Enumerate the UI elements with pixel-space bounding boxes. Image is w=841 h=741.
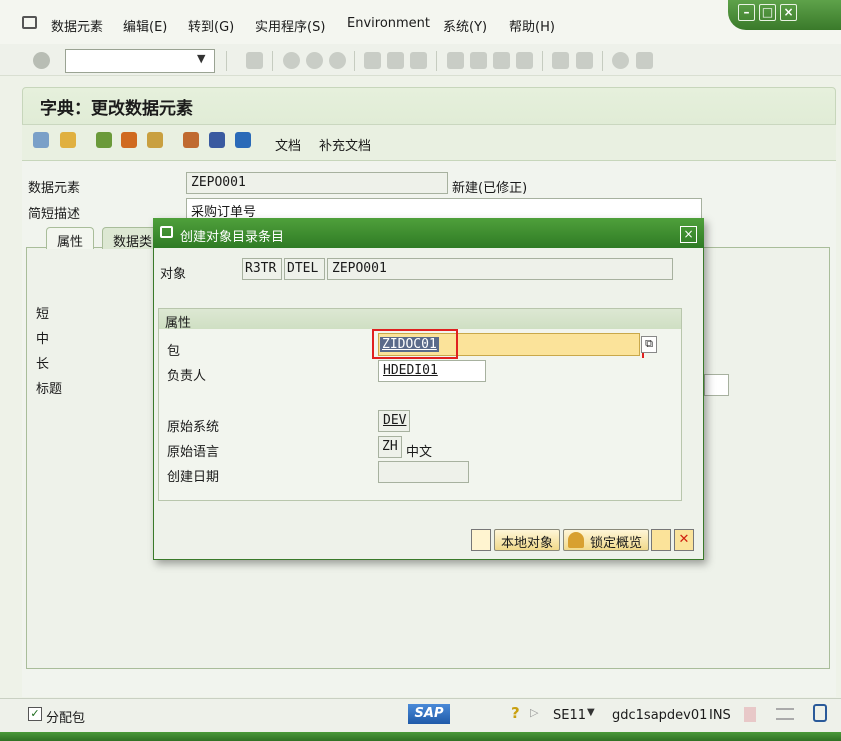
sap-logo: SAP (408, 704, 450, 724)
field-label-medium: 中 (36, 332, 50, 347)
attributes-header-label: 属性 (165, 316, 192, 331)
package-label: 包 (167, 344, 181, 359)
menu-goto[interactable]: 转到(G) (188, 16, 234, 35)
menu-utilities[interactable]: 实用程序(S) (255, 16, 325, 35)
field-label-long: 长 (36, 357, 50, 372)
minimize-icon[interactable]: – (738, 4, 755, 21)
object-label: 对象 (160, 267, 187, 282)
connection-icon (744, 707, 756, 722)
short-desc-field[interactable]: 采购订单号 (186, 198, 702, 220)
orig-system-field: DEV (378, 410, 410, 432)
exit-icon[interactable] (306, 52, 323, 69)
toolbar-separator (542, 51, 543, 71)
supplementary-doc-button[interactable]: 补充文档 (319, 135, 371, 154)
value-help-icon[interactable]: ⧉ (641, 336, 657, 353)
cancel-icon[interactable] (329, 52, 346, 69)
chevron-down-icon[interactable]: ▼ (587, 707, 595, 718)
menu-system[interactable]: 系统(Y) (443, 16, 487, 35)
menu-icon[interactable] (22, 16, 37, 29)
application-toolbar (22, 124, 836, 160)
new-session-icon[interactable] (552, 52, 569, 69)
toolbar-separator (436, 51, 437, 71)
created-date-label: 创建日期 (167, 470, 220, 485)
orig-lang-name: 中文 (406, 445, 433, 460)
check-icon[interactable] (96, 132, 112, 148)
find-icon[interactable] (387, 52, 404, 69)
object-pgmid-field: R3TR (242, 258, 282, 280)
toolbar-separator (602, 51, 603, 71)
where-used-icon[interactable] (147, 132, 163, 148)
cancel-icon[interactable]: ✕ (674, 529, 694, 551)
find-next-icon[interactable] (410, 52, 427, 69)
window-controls: – □ × (728, 0, 841, 30)
list-icon[interactable] (209, 132, 225, 148)
secure-lock-icon (813, 704, 827, 722)
close-window-icon[interactable]: × (780, 4, 797, 21)
prev-page-icon[interactable] (470, 52, 487, 69)
close-icon[interactable]: × (680, 226, 697, 243)
last-page-icon[interactable] (516, 52, 533, 69)
save-icon[interactable] (471, 529, 491, 551)
documentation-button[interactable]: 文档 (275, 135, 301, 154)
responsible-label: 负责人 (167, 369, 207, 384)
page-title: 字典：更改数据元素 (40, 99, 193, 119)
data-element-label: 数据元素 (28, 181, 81, 196)
back-icon[interactable] (283, 52, 300, 69)
tab-attributes[interactable]: 属性 (46, 227, 95, 250)
heading-length-field[interactable] (704, 374, 729, 396)
local-object-button[interactable]: 本地对象 (494, 529, 561, 551)
data-element-field[interactable]: ZEPO001 (186, 172, 448, 194)
print-icon[interactable] (364, 52, 381, 69)
display-change-icon[interactable] (33, 132, 49, 148)
field-label-heading: 标题 (36, 382, 63, 397)
assign-package-label: 分配包 (46, 711, 86, 726)
menu-help[interactable]: 帮助(H) (509, 16, 555, 35)
status-text: 新建(已修正) (452, 181, 528, 196)
toolbar-separator (272, 51, 273, 71)
toolbar-separator (226, 51, 227, 71)
activate-icon[interactable] (121, 132, 137, 148)
help-icon[interactable] (612, 52, 629, 69)
object-type-field: DTEL (284, 258, 325, 280)
menu-data-element[interactable]: 数据元素 (51, 16, 103, 35)
play-icon[interactable]: ▷ (530, 706, 538, 719)
help-icon[interactable]: ? (511, 704, 520, 722)
transfer-icon[interactable] (651, 529, 671, 551)
created-date-field (378, 461, 469, 483)
assign-package-checkbox[interactable]: ✓ (28, 707, 42, 721)
object-name-field: ZEPO001 (327, 258, 673, 280)
layout-icon[interactable] (636, 52, 653, 69)
menu-edit[interactable]: 编辑(E) (123, 16, 167, 35)
enter-icon[interactable] (33, 52, 50, 69)
info-icon[interactable] (235, 132, 251, 148)
menu-environment[interactable]: Environment (347, 16, 430, 31)
responsible-field[interactable]: HDEDI01 (378, 360, 486, 382)
first-page-icon[interactable] (447, 52, 464, 69)
lock-icon (568, 532, 584, 548)
save-icon[interactable] (246, 52, 263, 69)
attributes-group-header (159, 309, 681, 329)
dialog-icon (160, 226, 173, 238)
menu-bar: 数据元素 编辑(E) 转到(G) 实用程序(S) Environment 系统(… (0, 0, 841, 44)
chevron-down-icon[interactable]: ▼ (197, 52, 205, 65)
bottom-frame (0, 732, 841, 741)
package-field[interactable]: ZIDOC01 (380, 337, 439, 352)
shortcut-icon[interactable] (576, 52, 593, 69)
orig-lang-label: 原始语言 (167, 445, 220, 460)
orig-system-label: 原始系统 (167, 420, 220, 435)
hierarchy-icon[interactable] (183, 132, 199, 148)
command-field[interactable] (65, 49, 215, 73)
maximize-icon[interactable]: □ (759, 4, 776, 21)
network-icon (776, 708, 794, 720)
transaction-code: SE11 (553, 708, 587, 723)
insert-mode: INS (709, 708, 731, 723)
next-page-icon[interactable] (493, 52, 510, 69)
short-desc-label: 简短描述 (28, 207, 81, 222)
server-name: gdc1sapdev01 (612, 708, 708, 723)
toolbar-separator (354, 51, 355, 71)
field-label-short: 短 (36, 307, 50, 322)
orig-lang-field: ZH (378, 436, 402, 458)
dialog-title: 创建对象目录条目 (180, 230, 285, 245)
other-object-icon[interactable] (60, 132, 76, 148)
